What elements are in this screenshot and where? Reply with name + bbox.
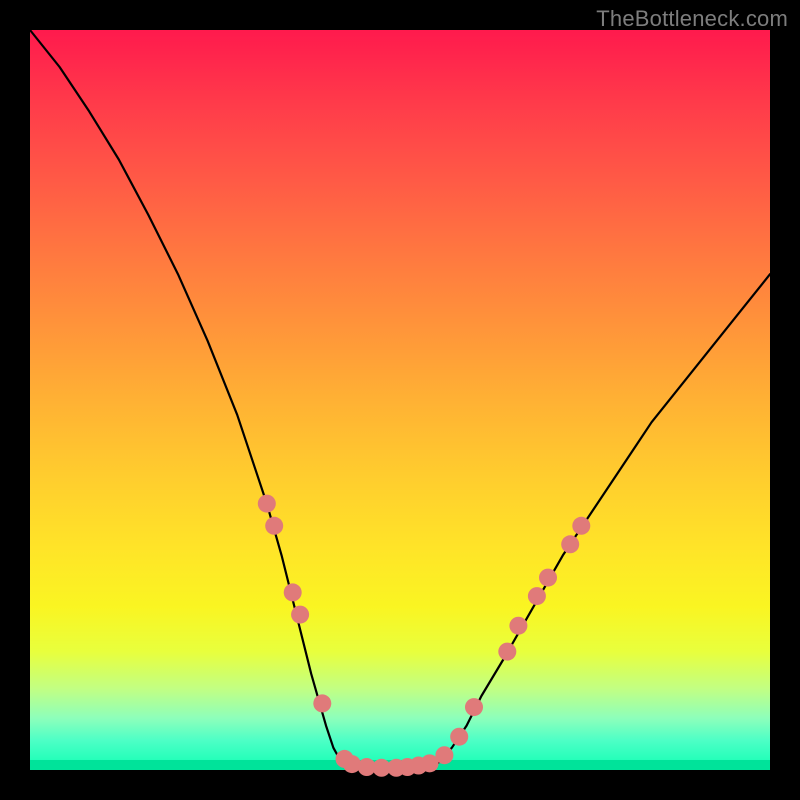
data-marker [313,694,331,712]
data-marker [509,617,527,635]
data-marker [284,583,302,601]
data-marker [539,569,557,587]
data-marker [291,606,309,624]
data-marker [435,746,453,764]
data-marker [572,517,590,535]
chart-frame: TheBottleneck.com [0,0,800,800]
marker-layer [258,495,591,777]
data-marker [561,535,579,553]
data-marker [465,698,483,716]
watermark-text: TheBottleneck.com [596,6,788,32]
data-marker [450,728,468,746]
chart-overlay [30,30,770,770]
data-marker [528,587,546,605]
data-marker [258,495,276,513]
data-marker [343,755,361,773]
data-marker [498,643,516,661]
bottleneck-curve [30,30,770,769]
data-marker [265,517,283,535]
